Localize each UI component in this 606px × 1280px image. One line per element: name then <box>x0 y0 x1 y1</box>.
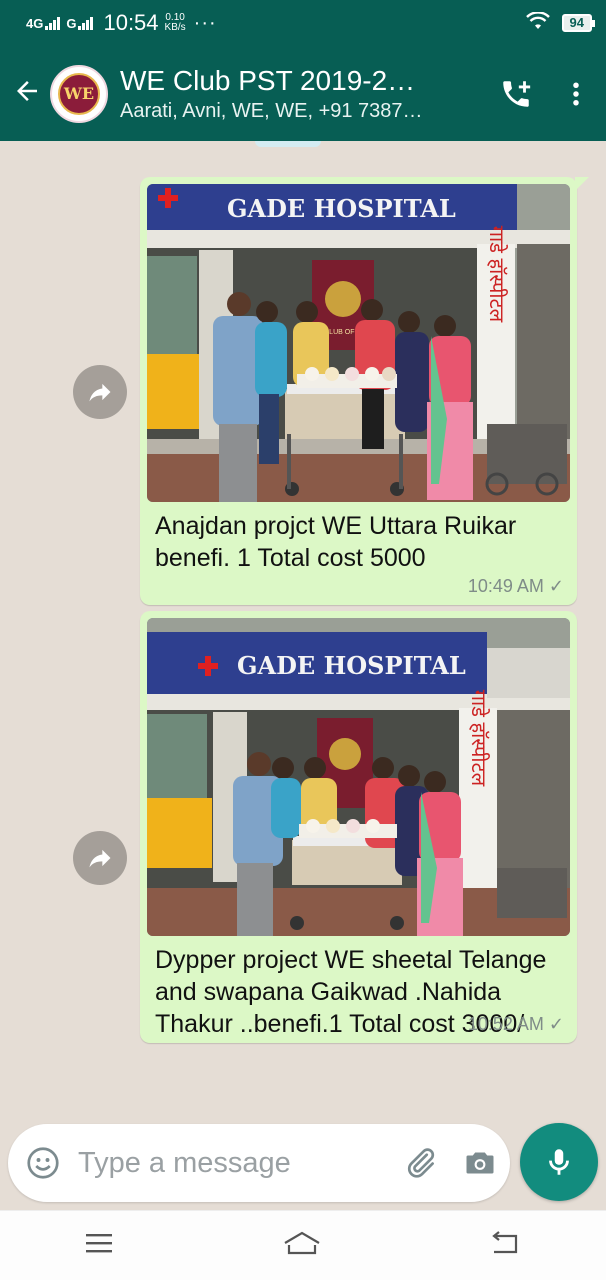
group-info[interactable]: WE Club PST 2019-2… Aarati, Avni, WE, WE… <box>120 64 486 124</box>
emoji-button[interactable] <box>8 1145 78 1181</box>
message-composer: Type a message <box>8 1124 510 1202</box>
forward-button[interactable] <box>73 831 127 885</box>
signal-indicator: 4G G <box>26 15 97 31</box>
system-nav-bar <box>0 1210 606 1280</box>
avatar-logo: WE <box>58 72 100 115</box>
signal-bars-icon <box>45 16 61 30</box>
battery-indicator: 94 <box>561 14 596 32</box>
network-type-a: 4G <box>26 15 44 31</box>
camera-icon <box>466 1152 494 1174</box>
vertical-sign: गाडे हॉस्पीटल <box>485 226 508 323</box>
chat-area[interactable]: GADE HOSPITAL गाडे हॉस्पीटल WE CLUB OF I… <box>0 141 606 1111</box>
net-speed-unit: KB/s <box>164 22 186 33</box>
sent-check-icon: ✓ <box>548 576 564 596</box>
forward-icon <box>89 849 111 868</box>
clock: 10:54 <box>103 10 159 35</box>
paperclip-icon <box>407 1148 435 1178</box>
hospital-sign: GADE HOSPITAL <box>237 651 466 680</box>
voice-record-button[interactable] <box>520 1123 598 1201</box>
more-options-button[interactable] <box>546 64 606 124</box>
date-pill <box>255 141 321 147</box>
emoji-icon <box>27 1147 59 1179</box>
net-speed: 0.10 KB/s <box>165 13 186 33</box>
camera-button[interactable] <box>450 1145 510 1181</box>
group-members: Aarati, Avni, WE, WE, +91 7387… <box>120 99 423 122</box>
vertical-sign: गाडे हॉस्पीटल <box>467 690 490 787</box>
hospital-photo-illustration: GADE HOSPITAL गाडे हॉस्पीटल WE CLUB OF I… <box>147 184 570 502</box>
add-call-button[interactable] <box>486 64 546 124</box>
wifi-icon <box>525 10 550 35</box>
status-bar: 4G G 10:54 0.10 KB/s ··· 94 <box>0 0 606 46</box>
message-bubble[interactable]: GADE HOSPITAL गाडे हॉस्पीटल WE CLUB OF I… <box>140 177 589 605</box>
message-bubble[interactable]: GADE HOSPITAL गाडे हॉस्पीटल Dypper proje… <box>140 611 577 1043</box>
mic-icon <box>549 1149 569 1175</box>
message-time: 10:49 AM <box>467 576 544 596</box>
sent-check-icon: ✓ <box>548 1014 564 1034</box>
message-input[interactable]: Type a message <box>78 1147 390 1180</box>
menu-lines-icon <box>86 1234 112 1253</box>
back-nav-button[interactable] <box>490 1230 522 1261</box>
hospital-sign: GADE HOSPITAL <box>227 194 456 223</box>
notification-dots: ··· <box>193 11 217 34</box>
message-time: 10:52 AM <box>467 1014 544 1034</box>
forward-button[interactable] <box>73 365 127 419</box>
more-vert-icon <box>573 82 579 105</box>
back-arrow-icon <box>17 81 37 101</box>
home-icon <box>284 1231 320 1255</box>
add-call-icon <box>503 80 531 107</box>
forward-icon <box>89 383 111 402</box>
signal-bars-icon <box>78 16 94 30</box>
back-nav-icon <box>492 1231 518 1254</box>
network-type-b: G <box>66 15 77 31</box>
home-button[interactable] <box>282 1230 322 1261</box>
hospital-photo-illustration: GADE HOSPITAL गाडे हॉस्पीटल <box>147 618 570 936</box>
back-button[interactable] <box>0 76 50 111</box>
message-text: Anajdan projct WE Uttara Ruikar benefi. … <box>155 512 517 572</box>
message-photo[interactable]: GADE HOSPITAL गाडे हॉस्पीटल WE CLUB OF I… <box>147 184 570 502</box>
message-meta: 10:49 AM ✓ <box>147 574 570 599</box>
group-name: WE Club PST 2019-2… <box>120 64 416 96</box>
recents-button[interactable] <box>84 1231 114 1260</box>
chat-header: WE WE Club PST 2019-2… Aarati, Avni, WE,… <box>0 46 606 141</box>
group-avatar[interactable]: WE <box>50 64 108 123</box>
attach-button[interactable] <box>390 1145 450 1181</box>
message-photo[interactable]: GADE HOSPITAL गाडे हॉस्पीटल <box>147 618 570 936</box>
